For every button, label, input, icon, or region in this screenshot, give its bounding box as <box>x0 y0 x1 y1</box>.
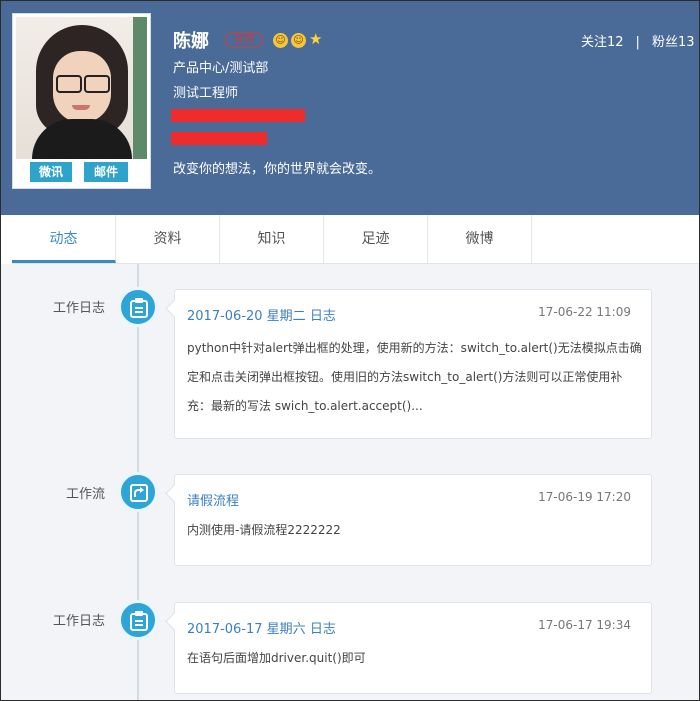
smiley-icon: ☺ <box>273 33 288 48</box>
followers-link[interactable]: 粉丝13 <box>652 35 695 50</box>
clipboard-icon <box>118 600 158 640</box>
redacted-field <box>171 132 267 145</box>
timeline-category: 工作日志 <box>52 614 105 629</box>
timeline-card[interactable]: 2017-06-20 星期二 日志 17-06-22 11:09 python中… <box>165 289 652 439</box>
follow-stats: 关注12 | 粉丝13 <box>581 31 694 50</box>
wechat-button[interactable]: 微讯 <box>30 162 72 182</box>
online-status-badge: 在线 <box>225 32 263 48</box>
card-title[interactable]: 请假流程 <box>187 490 239 509</box>
tab-footprints[interactable]: 足迹 <box>324 215 428 263</box>
card-timestamp: 17-06-17 19:34 <box>538 618 631 632</box>
card-body: python中针对alert弹出框的处理，使用新的方法：switch_to.al… <box>187 341 642 413</box>
card-title[interactable]: 2017-06-20 星期二 日志 <box>187 305 336 324</box>
smiley-icon: ☺ <box>291 33 306 48</box>
timeline-category: 工作流 <box>65 487 105 502</box>
tab-knowledge[interactable]: 知识 <box>220 215 324 263</box>
card-timestamp: 17-06-22 11:09 <box>538 305 631 319</box>
profile-page: 微讯 邮件 陈娜 在线 ☺ ☺ ★ 产品中心/测试部 测试工程师 改变你的想法，… <box>0 0 700 701</box>
card-title[interactable]: 2017-06-17 星期六 日志 <box>187 618 336 637</box>
profile-tabs: 动态 资料 知识 足迹 微博 <box>12 215 699 263</box>
tab-profile-info[interactable]: 资料 <box>116 215 220 263</box>
following-link[interactable]: 关注12 <box>581 35 624 50</box>
redacted-field <box>171 109 305 122</box>
avatar[interactable] <box>16 17 147 159</box>
timeline-card[interactable]: 请假流程 17-06-19 17:20 内测使用-请假流程2222222 <box>165 474 652 566</box>
motto: 改变你的想法，你的世界就会改变。 <box>173 162 382 177</box>
department: 产品中心/测试部 <box>173 61 269 76</box>
activity-timeline: 工作日志 2017-06-20 星期二 日志 17-06-22 11:09 py… <box>1 264 699 700</box>
mail-button[interactable]: 邮件 <box>84 162 128 182</box>
tab-weibo[interactable]: 微博 <box>428 215 532 263</box>
avatar-card: 微讯 邮件 <box>12 13 151 189</box>
card-timestamp: 17-06-19 17:20 <box>538 490 631 504</box>
card-body: 内测使用-请假流程2222222 <box>187 523 341 537</box>
job-title: 测试工程师 <box>173 86 239 101</box>
user-name: 陈娜 <box>173 31 209 52</box>
star-icon: ★ <box>309 30 323 48</box>
clipboard-icon <box>118 287 158 327</box>
stats-separator: | <box>635 35 640 50</box>
tab-activity[interactable]: 动态 <box>12 215 116 263</box>
card-body: 在语句后面增加driver.quit()即可 <box>187 651 366 665</box>
timeline-card[interactable]: 2017-06-17 星期六 日志 17-06-17 19:34 在语句后面增加… <box>165 602 652 694</box>
timeline-category: 工作日志 <box>52 301 105 316</box>
profile-header: 微讯 邮件 陈娜 在线 ☺ ☺ ★ 产品中心/测试部 测试工程师 改变你的想法，… <box>1 1 699 215</box>
share-arrow-icon <box>118 472 158 512</box>
